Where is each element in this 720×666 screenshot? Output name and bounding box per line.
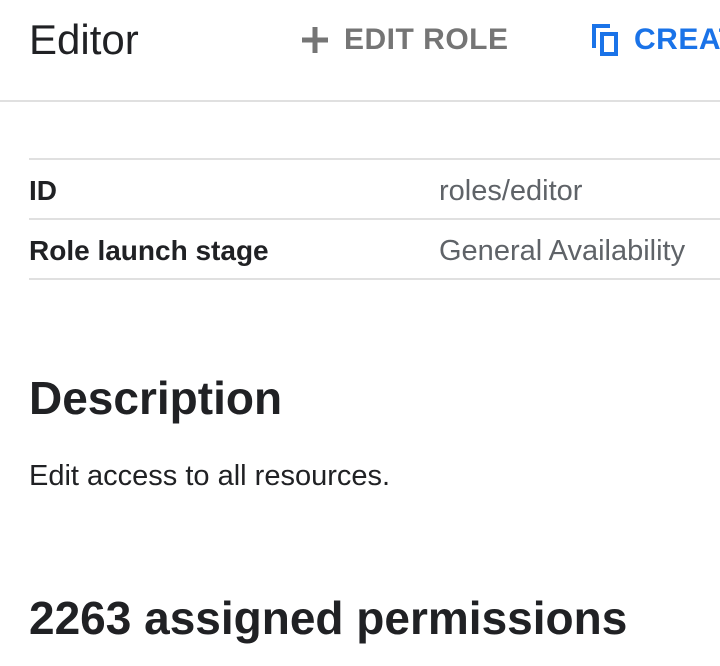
description-text: Edit access to all resources. — [29, 460, 391, 492]
role-details-page: Editor EDIT ROLE CREAT ID roles/editor R… — [0, 0, 720, 666]
permissions-heading: 2263 assigned permissions — [29, 592, 628, 644]
property-row-id: ID roles/editor — [29, 160, 720, 220]
page-header: Editor EDIT ROLE CREAT — [0, 0, 720, 102]
copy-icon — [592, 24, 618, 56]
edit-role-button[interactable]: EDIT ROLE — [300, 18, 509, 62]
edit-role-label: EDIT ROLE — [344, 23, 509, 56]
page-title: Editor — [29, 16, 139, 63]
plus-icon — [302, 27, 328, 53]
property-row-launch-stage: Role launch stage General Availability — [29, 220, 720, 280]
role-properties: ID roles/editor Role launch stage Genera… — [29, 158, 720, 280]
create-role-button[interactable]: CREAT — [588, 18, 720, 62]
create-role-label: CREAT — [634, 23, 720, 56]
property-value: General Availability — [439, 235, 686, 267]
property-label: Role launch stage — [29, 235, 269, 266]
property-value: roles/editor — [439, 175, 583, 207]
description-heading: Description — [29, 372, 283, 424]
property-label: ID — [29, 175, 57, 206]
